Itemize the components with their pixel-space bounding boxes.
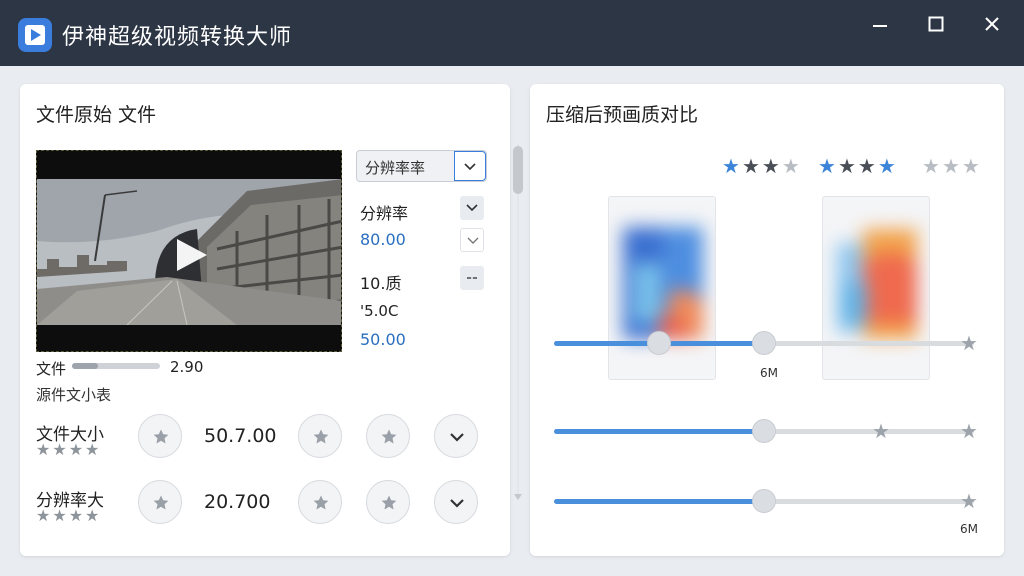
star-icon: ★ [52,506,67,525]
star-button[interactable] [138,480,182,524]
slider-fill [554,499,756,504]
slider-fill [554,429,756,434]
row-value-resolution: 20.700 [204,491,271,513]
star-icon[interactable]: ★ [878,156,896,176]
star-icon [313,495,329,510]
star-icon: ★ [36,440,51,459]
star-icon: ★ [68,440,84,459]
minimize-icon [873,25,887,27]
slider-caption-1: 6M [760,366,778,380]
close-icon [985,17,999,31]
star-icon[interactable]: ★ [922,156,940,176]
star-icon[interactable]: ★ [872,421,890,441]
play-icon [177,239,207,271]
star-icon: ★ [52,440,67,459]
star-icon[interactable]: ★ [960,491,978,511]
app-title: 伊神超级视频转换大师 [62,25,293,50]
star-icon: ★ [36,506,51,525]
quality-label: 10.质 [360,274,402,293]
right-panel-title: 压缩后预画质对比 [546,104,699,126]
scroll-track [517,144,519,494]
resolution-label: 分辨率 [360,204,409,223]
scroll-down-arrow-icon[interactable] [512,492,524,502]
quality-slider-3[interactable]: ★ [554,489,978,513]
select-dropdown-button[interactable] [454,151,486,181]
slider-knob[interactable] [752,419,776,443]
star-button[interactable] [366,480,410,524]
preview-blurred-image [623,227,703,339]
star-button[interactable] [298,414,342,458]
file-progress-bar [72,363,160,369]
scroll-thumb[interactable] [513,146,523,194]
compressed-preview-panel: 压缩后预画质对比 ★ ★ ★ ★ ★ ★ ★ ★ ★ ★ ★ ★ 6M ★ ★ … [530,84,1004,556]
expand-button[interactable] [434,480,478,524]
chevron-down-icon [467,237,479,244]
quality-slider-1[interactable]: ★ [554,331,978,355]
slider-caption-3: 6M [960,522,978,536]
star-icon[interactable]: ★ [962,156,980,176]
star-icon [313,429,329,444]
close-button[interactable] [972,10,1012,38]
title-bar: 伊神超级视频转换大师 [0,0,1024,66]
file-size-caption: 源件文小表 [36,386,112,404]
star-icon[interactable]: ★ [960,333,978,353]
app-logo-icon [18,18,52,52]
star-icon[interactable]: ★ [722,156,740,176]
quality-value: 50.00 [360,330,406,349]
quality-raw-value: '5.0C [360,302,399,320]
star-button[interactable] [298,480,342,524]
chevron-down-icon [466,204,478,212]
resolution-select[interactable]: 分辨率率 [356,150,487,182]
row-stars-resolution: ★ ★ ★ ★ [36,508,99,524]
video-preview[interactable] [36,150,342,352]
star-icon: ★ [85,440,100,459]
star-button[interactable] [366,414,410,458]
source-file-panel: 文件原始 文件 分辨率率 分辨率 80.00 10.质 '5.0C 50.00 … [20,84,523,556]
row-value-file-size: 50.7.00 [204,425,277,447]
swap-icon [467,277,477,279]
rating-group-1[interactable]: ★ ★ ★ ★ [722,156,800,176]
preview-blurred-image [837,229,917,339]
star-icon: ★ [68,506,84,525]
maximize-icon [928,16,944,32]
star-icon [153,495,169,510]
left-panel-title: 文件原始 文件 [36,104,157,126]
vertical-scrollbar[interactable] [512,144,524,509]
chevron-down-icon [464,163,476,171]
star-icon[interactable]: ★ [818,156,836,176]
select-value: 分辨率率 [365,159,426,177]
slider-knob[interactable] [752,489,776,513]
star-icon[interactable]: ★ [858,156,876,176]
star-icon[interactable]: ★ [942,156,960,176]
resolution-expand-button[interactable] [460,196,484,220]
progress-label: 文件 [36,360,67,378]
quality-swap-button[interactable] [460,266,484,290]
progress-value: 2.90 [170,358,204,376]
star-icon [381,495,397,510]
star-icon[interactable]: ★ [838,156,856,176]
slider-knob[interactable] [647,331,671,355]
star-icon[interactable]: ★ [782,156,800,176]
rating-group-2[interactable]: ★ ★ ★ ★ [818,156,896,176]
resolution-dropdown-button[interactable] [460,228,484,252]
star-icon[interactable]: ★ [762,156,780,176]
row-stars-file-size: ★ ★ ★ ★ [36,442,99,458]
star-icon [153,429,169,444]
expand-button[interactable] [434,414,478,458]
maximize-button[interactable] [916,10,956,38]
rating-group-3[interactable]: ★ ★ ★ [922,156,980,176]
star-icon[interactable]: ★ [960,421,978,441]
star-button[interactable] [138,414,182,458]
star-icon [381,429,397,444]
star-icon: ★ [85,506,100,525]
chevron-down-icon [450,433,464,442]
star-icon[interactable]: ★ [742,156,760,176]
chevron-down-icon [450,499,464,508]
file-progress-fill [72,363,99,369]
quality-slider-2[interactable]: ★ ★ [554,419,978,443]
minimize-button[interactable] [860,10,900,38]
resolution-value: 80.00 [360,230,406,249]
slider-knob[interactable] [752,331,776,355]
